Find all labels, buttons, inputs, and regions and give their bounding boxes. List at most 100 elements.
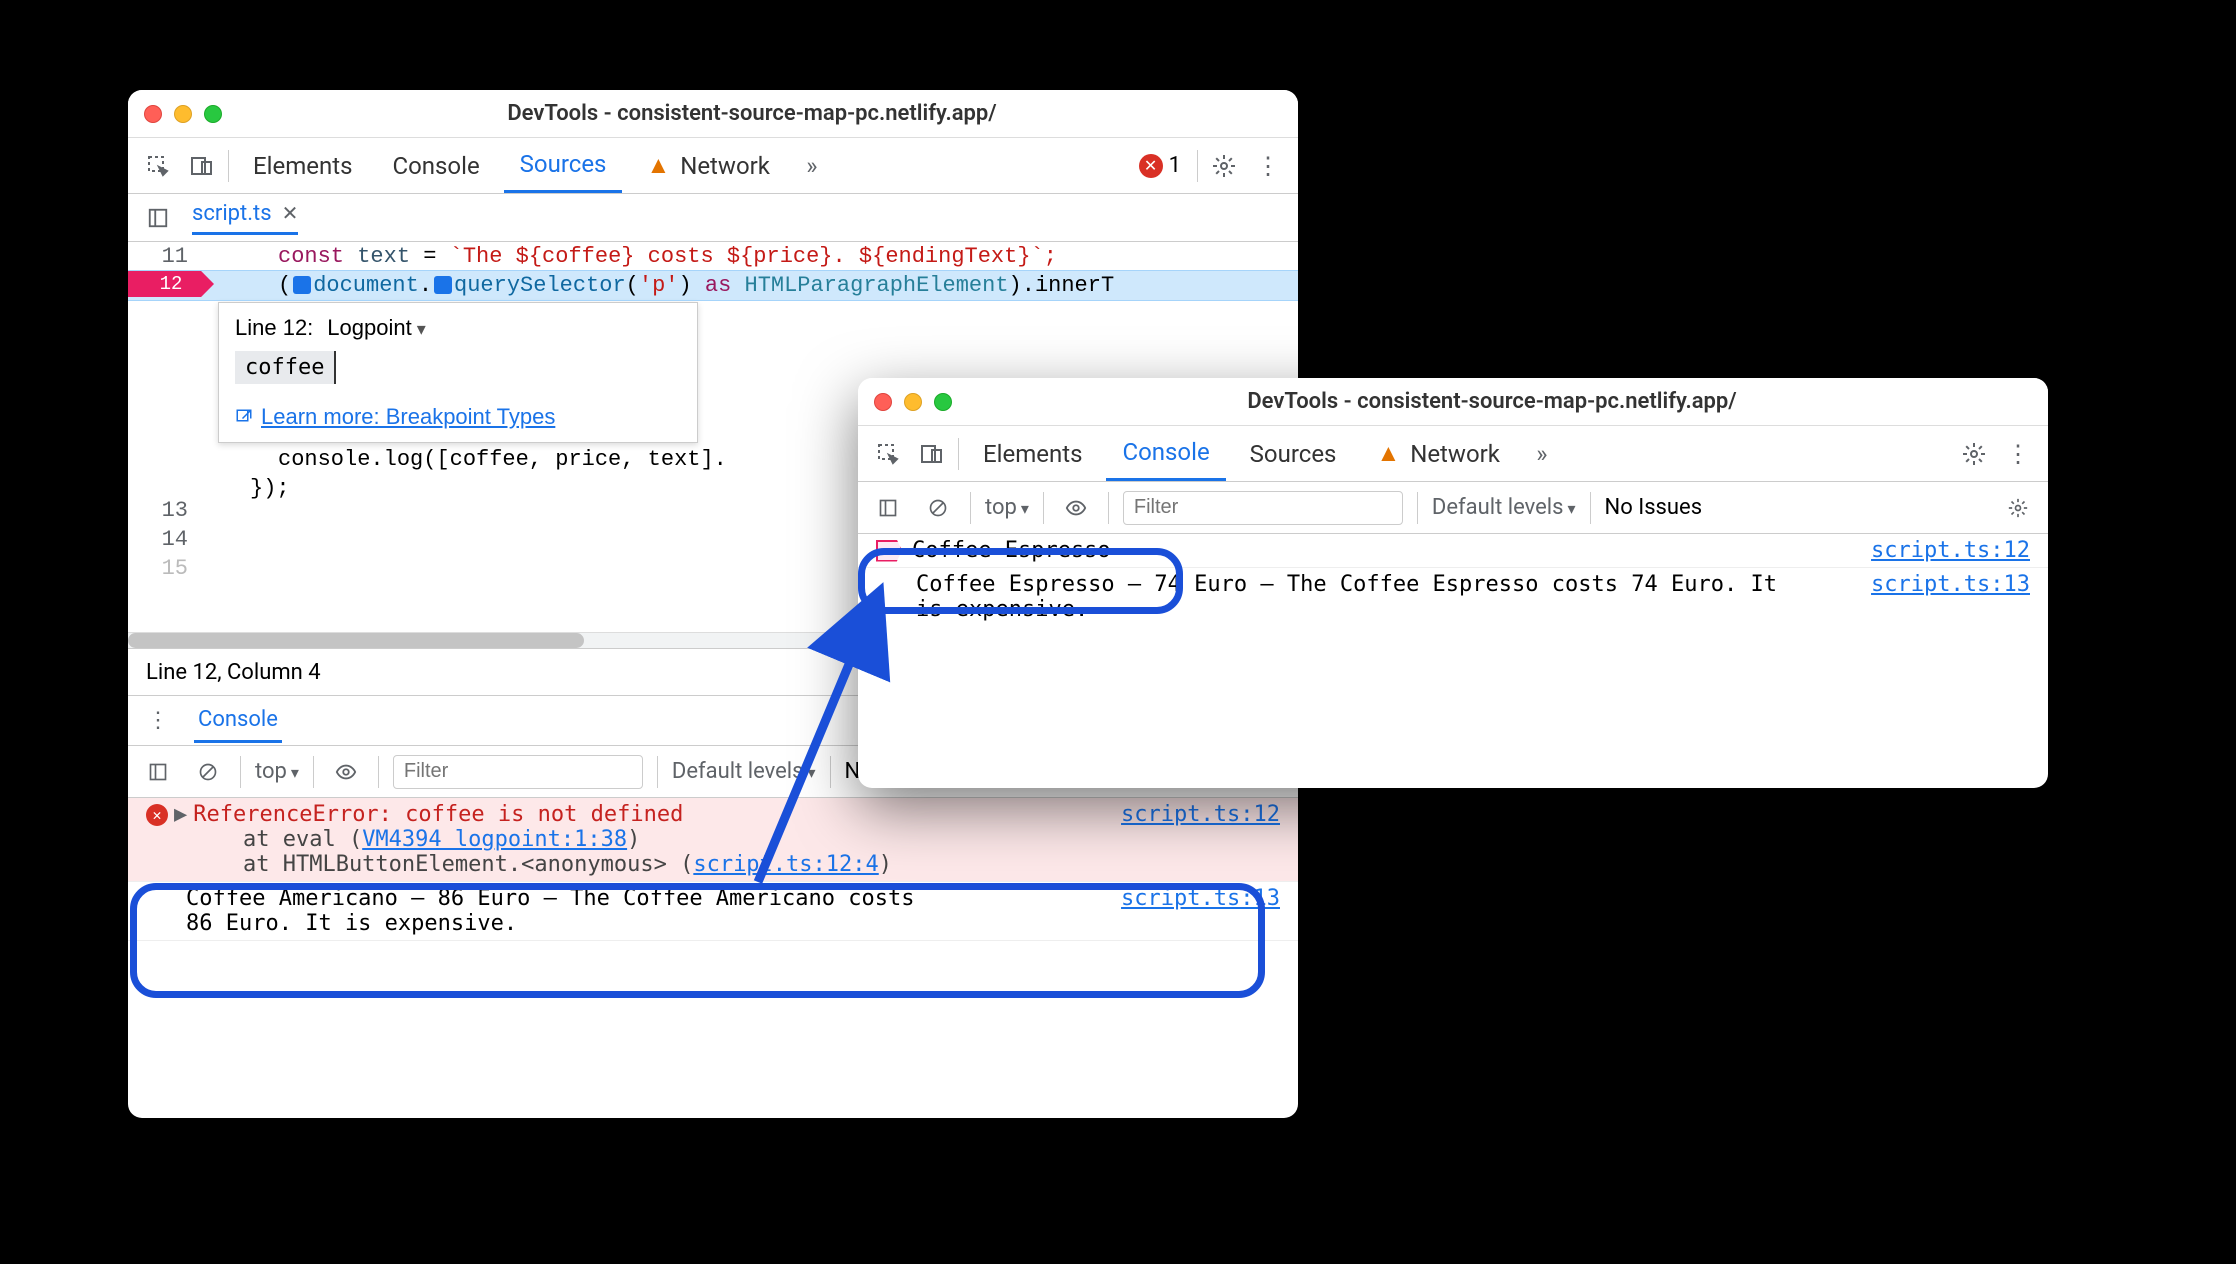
console-log-row[interactable]: Coffee Espresso – 74 Euro – The Coffee E… (858, 568, 2048, 626)
error-message: ReferenceError: coffee is not defined (193, 802, 683, 827)
device-toolbar-icon[interactable] (914, 436, 950, 472)
separator (1197, 150, 1198, 182)
console-prompt[interactable]: › (858, 626, 2048, 659)
log-levels-select[interactable]: Default levels (1432, 495, 1576, 520)
devtools-toolbar: Elements Console Sources ▲ Network » ⋮ (858, 426, 2048, 482)
console-logpoint-row[interactable]: Coffee Espresso script.ts:12 (858, 534, 2048, 568)
tab-sources[interactable]: Sources (1234, 428, 1353, 480)
breakpoint-marker[interactable]: 12 (128, 271, 214, 297)
warning-icon: ▲ (646, 151, 670, 180)
settings-icon[interactable] (1956, 436, 1992, 472)
zoom-window-button[interactable] (204, 105, 222, 123)
stack-link[interactable]: script.ts:12:4 (693, 852, 878, 877)
filter-input[interactable] (393, 755, 643, 789)
line-number[interactable]: 14 (128, 525, 188, 554)
separator (1043, 492, 1044, 524)
log-text: Coffee Espresso – 74 Euro – The Coffee E… (916, 572, 1796, 622)
titlebar[interactable]: DevTools - consistent-source-map-pc.netl… (128, 90, 1298, 138)
kebab-menu-icon[interactable]: ⋮ (1250, 148, 1286, 184)
error-count[interactable]: ✕ 1 (1131, 151, 1189, 180)
console-log-row[interactable]: Coffee Americano – 86 Euro – The Coffee … (128, 882, 1298, 941)
error-icon: ✕ (1139, 154, 1163, 178)
tab-elements[interactable]: Elements (237, 140, 368, 192)
tab-network[interactable]: ▲ Network (1360, 427, 1515, 480)
warning-icon: ▲ (1376, 439, 1400, 468)
console-error-row[interactable]: ✕ ▶ ReferenceError: coffee is not define… (128, 798, 1298, 882)
separator (1108, 492, 1109, 524)
more-tabs-icon[interactable]: » (1524, 436, 1560, 472)
separator (1590, 492, 1591, 524)
sidebar-toggle-icon[interactable] (870, 490, 906, 526)
tab-elements[interactable]: Elements (967, 428, 1098, 480)
source-link[interactable]: script.ts:13 (1871, 572, 2030, 597)
line-number[interactable]: 11 (128, 242, 188, 271)
inspect-element-icon[interactable] (870, 436, 906, 472)
separator (970, 492, 971, 524)
navigator-toggle-icon[interactable] (140, 200, 176, 236)
drawer-tab-console[interactable]: Console (194, 699, 282, 743)
breakpoint-type-select[interactable]: Logpoint (327, 315, 425, 341)
clear-console-icon[interactable] (920, 490, 956, 526)
tab-network[interactable]: ▲ Network (630, 139, 785, 192)
learn-more-link[interactable]: Learn more: Breakpoint Types (235, 404, 681, 430)
kebab-menu-icon[interactable]: ⋮ (2000, 436, 2036, 472)
separator (657, 756, 658, 788)
tab-sources[interactable]: Sources (504, 138, 623, 193)
sidebar-toggle-icon[interactable] (140, 754, 176, 790)
separator (228, 150, 229, 182)
window-title: DevTools - consistent-source-map-pc.netl… (222, 101, 1282, 126)
log-text: Coffee Espresso (912, 538, 1111, 563)
source-link[interactable]: script.ts:12 (1121, 802, 1280, 827)
line-number[interactable]: 15 (128, 554, 188, 583)
clear-console-icon[interactable] (190, 754, 226, 790)
line-number[interactable]: 13 (128, 496, 188, 525)
kebab-menu-icon[interactable]: ⋮ (140, 703, 176, 739)
log-levels-select[interactable]: Default levels (672, 759, 816, 784)
code-line: const text = `The ${coffee} costs ${pric… (128, 242, 1298, 271)
close-tab-icon[interactable]: ✕ (282, 201, 299, 225)
filter-input[interactable] (1123, 491, 1403, 525)
separator (378, 756, 379, 788)
tab-console[interactable]: Console (1106, 426, 1225, 481)
devtools-toolbar: Elements Console Sources ▲ Network » ✕ 1… (128, 138, 1298, 194)
line-label: Line 12: (235, 315, 313, 341)
console-settings-icon[interactable] (2000, 490, 2036, 526)
separator (830, 756, 831, 788)
close-window-button[interactable] (144, 105, 162, 123)
context-select[interactable]: top (255, 759, 299, 784)
cursor-position: Line 12, Column 4 (146, 660, 321, 685)
devtools-window-2: DevTools - consistent-source-map-pc.netl… (858, 378, 2048, 788)
issues-label[interactable]: No Issues (1605, 495, 1703, 520)
tab-console[interactable]: Console (376, 140, 495, 192)
close-window-button[interactable] (874, 393, 892, 411)
stack-link[interactable]: VM4394 logpoint:1:38 (362, 827, 627, 852)
console-toolbar: top Default levels No Issues (858, 482, 2048, 534)
source-link[interactable]: script.ts:13 (1121, 886, 1280, 911)
minimize-window-button[interactable] (904, 393, 922, 411)
dom-badge-icon (293, 276, 311, 294)
titlebar[interactable]: DevTools - consistent-source-map-pc.netl… (858, 378, 2048, 426)
live-expression-icon[interactable] (328, 754, 364, 790)
separator (240, 756, 241, 788)
expand-triangle-icon[interactable]: ▶ (174, 802, 187, 827)
settings-icon[interactable] (1206, 148, 1242, 184)
scrollbar-thumb[interactable] (128, 633, 584, 648)
error-icon: ✕ (146, 804, 168, 826)
separator (313, 756, 314, 788)
file-tab-script[interactable]: script.ts ✕ (192, 201, 298, 235)
more-tabs-icon[interactable]: » (794, 148, 830, 184)
dom-badge-icon (434, 276, 452, 294)
inspect-element-icon[interactable] (140, 148, 176, 184)
source-link[interactable]: script.ts:12 (1871, 538, 2030, 563)
file-tabs: script.ts ✕ (128, 194, 1298, 242)
window-title: DevTools - consistent-source-map-pc.netl… (952, 389, 2032, 414)
traffic-lights (144, 105, 222, 123)
traffic-lights (874, 393, 952, 411)
device-toolbar-icon[interactable] (184, 148, 220, 184)
zoom-window-button[interactable] (934, 393, 952, 411)
live-expression-icon[interactable] (1058, 490, 1094, 526)
separator (1417, 492, 1418, 524)
logpoint-expression-input[interactable]: coffee (235, 351, 336, 384)
minimize-window-button[interactable] (174, 105, 192, 123)
context-select[interactable]: top (985, 495, 1029, 520)
